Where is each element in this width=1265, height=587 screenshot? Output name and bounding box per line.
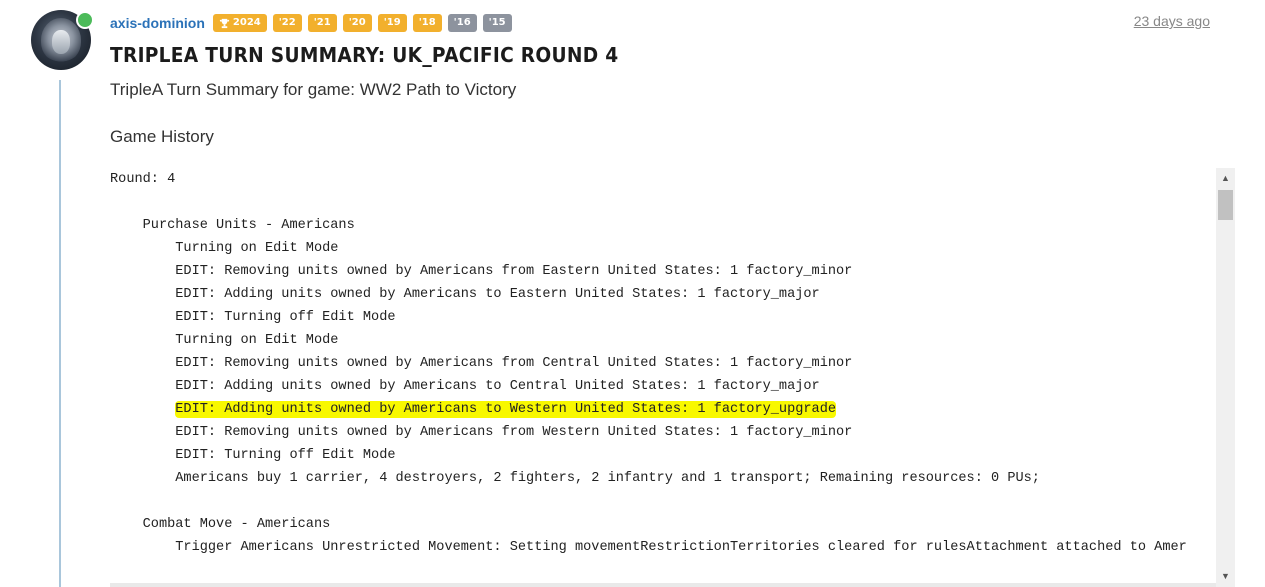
- badge-6[interactable]: '16: [447, 14, 477, 32]
- badge-1[interactable]: '22: [272, 14, 302, 32]
- badge-5[interactable]: '18: [412, 14, 442, 32]
- badge-label: 2024: [232, 17, 261, 28]
- summary-intro: TripleA Turn Summary for game: WW2 Path …: [110, 80, 517, 99]
- badge-4[interactable]: '19: [377, 14, 407, 32]
- code-line: Turning on Edit Mode: [110, 241, 339, 256]
- code-line: EDIT: Removing units owned by Americans …: [110, 425, 853, 440]
- post-title: TRIPLEA TURN SUMMARY: UK_PACIFIC ROUND 4: [110, 43, 619, 67]
- post-timestamp[interactable]: 23 days ago: [1134, 13, 1210, 29]
- badge-list: 2024 '22 '21 '20 '19 '18 '16 '15: [212, 14, 512, 32]
- badge-label: '18: [418, 17, 436, 28]
- avatar-face: [52, 30, 70, 54]
- thread-line: [59, 80, 61, 587]
- code-scrollbar[interactable]: ▲ ▼: [1216, 168, 1235, 587]
- code-line: Turning on Edit Mode: [110, 333, 339, 348]
- code-line: EDIT: Turning off Edit Mode: [110, 310, 396, 325]
- badge-label: '22: [278, 17, 296, 28]
- badge-0[interactable]: 2024: [212, 14, 267, 32]
- badge-7[interactable]: '15: [482, 14, 512, 32]
- highlighted-code-text: EDIT: Adding units owned by Americans to…: [175, 401, 837, 418]
- code-line: EDIT: Removing units owned by Americans …: [110, 264, 853, 279]
- badge-3[interactable]: '20: [342, 14, 372, 32]
- scroll-up-icon[interactable]: ▲: [1216, 170, 1235, 187]
- game-history-code-block[interactable]: Round: 4 Purchase Units - Americans Turn…: [110, 168, 1216, 587]
- code-line: EDIT: Adding units owned by Americans to…: [110, 379, 820, 394]
- code-line: EDIT: Turning off Edit Mode: [110, 448, 396, 463]
- username-link[interactable]: axis-dominion: [110, 15, 205, 31]
- horizontal-scrollbar[interactable]: [110, 583, 1216, 587]
- code-line: EDIT: Removing units owned by Americans …: [110, 356, 853, 371]
- badge-label: '21: [313, 17, 331, 28]
- badge-label: '15: [488, 17, 506, 28]
- code-line: Purchase Units - Americans: [110, 218, 355, 233]
- post-meta: axis-dominion 2024 '22 '21 '20 '19 '18 '16 '15: [110, 12, 512, 34]
- code-content: Round: 4 Purchase Units - Americans Turn…: [110, 168, 1216, 559]
- code-line: Combat Move - Americans: [110, 517, 331, 532]
- online-status-icon: [76, 11, 94, 29]
- scroll-down-icon[interactable]: ▼: [1216, 568, 1235, 585]
- code-line: Americans buy 1 carrier, 4 destroyers, 2…: [110, 471, 1040, 486]
- badge-label: '16: [453, 17, 471, 28]
- code-line: Round: 4: [110, 172, 176, 187]
- code-line: Trigger Americans Unrestricted Movement:…: [110, 540, 1187, 555]
- scroll-thumb[interactable]: [1218, 190, 1233, 220]
- badge-label: '19: [383, 17, 401, 28]
- code-line: EDIT: Adding units owned by Americans to…: [110, 398, 1216, 421]
- badge-label: '20: [348, 17, 366, 28]
- code-line: EDIT: Adding units owned by Americans to…: [110, 287, 820, 302]
- badge-2[interactable]: '21: [307, 14, 337, 32]
- section-heading: Game History: [110, 127, 214, 146]
- trophy-icon: [219, 18, 229, 28]
